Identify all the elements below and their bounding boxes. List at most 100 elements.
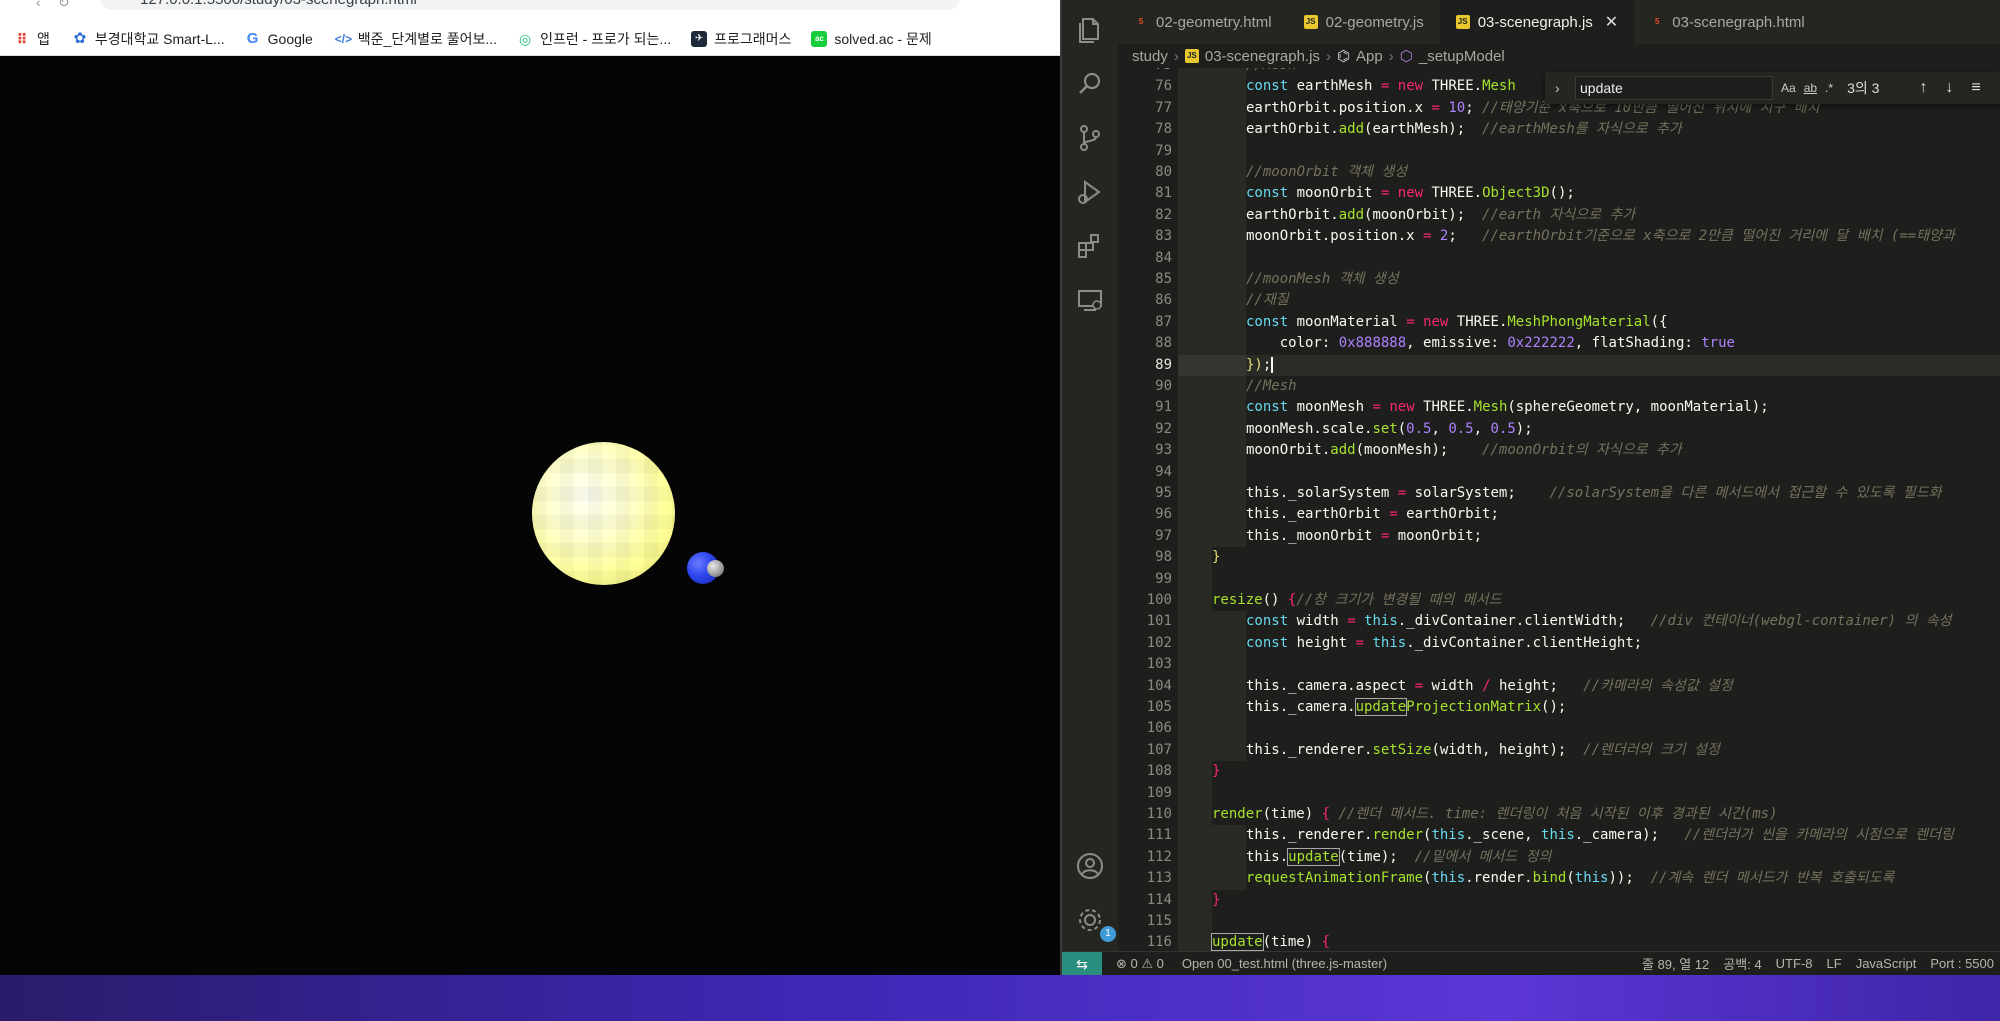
code-line[interactable]: 92 moonMesh.scale.set(0.5, 0.5, 0.5);: [1118, 419, 2000, 440]
code-line[interactable]: 78 earthOrbit.add(earthMesh); //earthMesh…: [1118, 119, 2000, 140]
code-text: this._moonOrbit = moonOrbit;: [1246, 527, 1483, 544]
encoding[interactable]: UTF-8: [1776, 956, 1813, 971]
code-line[interactable]: 82 earthOrbit.add(moonOrbit); //earth 자식으…: [1118, 205, 2000, 226]
code-line[interactable]: 108}: [1118, 761, 2000, 782]
javascript-icon: JS: [1303, 15, 1318, 29]
explorer-icon[interactable]: [1074, 14, 1106, 46]
code-line[interactable]: 93 moonOrbit.add(moonMesh); //moonOrbit의 …: [1118, 440, 2000, 461]
webgl-canvas[interactable]: [0, 56, 1060, 975]
browser-window: ‹ ↻ 127.0.0.1:5500/study/03-scenegraph.h…: [0, 0, 1060, 975]
bookmark-google[interactable]: G Google: [245, 30, 313, 47]
bookmark-inflearn[interactable]: ◎ 인프런 - 프로가 되는...: [517, 29, 671, 49]
bookmark-apps[interactable]: ⠿ 앱: [14, 29, 50, 49]
match-case-toggle[interactable]: Aa: [1781, 81, 1796, 95]
search-icon[interactable]: [1074, 68, 1106, 100]
code-line[interactable]: 99: [1118, 569, 2000, 590]
chevron-right-icon[interactable]: ›: [1555, 80, 1560, 96]
end-of-line[interactable]: LF: [1827, 956, 1842, 971]
tab-02-geometry-js[interactable]: JS 02-geometry.js: [1288, 0, 1440, 44]
status-bar: ⇆ ⊗ 0 ⚠ 0 Open 00_test.html (three.js-ma…: [1062, 951, 2000, 976]
code-line[interactable]: 103: [1118, 654, 2000, 675]
regex-toggle[interactable]: .*: [1825, 81, 1833, 95]
breadcrumb-item[interactable]: 03-scenegraph.js: [1205, 48, 1320, 65]
tab-03-scenegraph-html[interactable]: 5 03-scenegraph.html: [1634, 0, 1821, 44]
manage-gear-icon[interactable]: 1: [1074, 904, 1116, 942]
line-number: 76: [1155, 78, 1172, 95]
tab-02-geometry-html[interactable]: 5 02-geometry.html: [1118, 0, 1288, 44]
line-number: 96: [1155, 506, 1172, 523]
problems-indicator[interactable]: ⊗ 0 ⚠ 0: [1116, 956, 1164, 972]
code-line[interactable]: 115: [1118, 911, 2000, 932]
bookmark-pknu[interactable]: ✿ 부경대학교 Smart-L...: [72, 29, 225, 49]
source-control-icon[interactable]: [1074, 122, 1106, 154]
code-line[interactable]: 89});: [1118, 355, 2000, 376]
code-line[interactable]: 87 const moonMaterial = new THREE.MeshPho…: [1118, 312, 2000, 333]
code-line[interactable]: 86 //재질: [1118, 290, 2000, 311]
code-line[interactable]: 83 moonOrbit.position.x = 2; //earthOrbit…: [1118, 226, 2000, 247]
code-line[interactable]: 104 this._camera.aspect = width / height;…: [1118, 676, 2000, 697]
code-line[interactable]: 110 render(time) { //렌더 메서드. time: 렌더링이 처…: [1118, 804, 2000, 825]
chevron-right-icon: ›: [1325, 47, 1331, 65]
reload-icon[interactable]: ↻: [58, 0, 70, 11]
code-line[interactable]: 88 color: 0x888888, emissive: 0x222222, …: [1118, 333, 2000, 354]
line-number: 87: [1155, 313, 1172, 330]
code-line[interactable]: 79: [1118, 141, 2000, 162]
bookmark-label: solved.ac - 문제: [834, 30, 932, 47]
code-line[interactable]: 109: [1118, 783, 2000, 804]
language-mode[interactable]: JavaScript: [1856, 956, 1917, 971]
find-in-selection-icon[interactable]: ≡: [1971, 79, 1980, 97]
code-line[interactable]: 91 const moonMesh = new THREE.Mesh(sphere…: [1118, 397, 2000, 418]
code-text: const moonOrbit = new THREE.Object3D();: [1246, 185, 1575, 202]
whole-word-toggle[interactable]: ab: [1804, 81, 1817, 95]
code-line[interactable]: 94: [1118, 462, 2000, 483]
code-line[interactable]: 90 //Mesh: [1118, 376, 2000, 397]
code-text: });: [1246, 356, 1274, 373]
code-line[interactable]: 100 resize() {//창 크기가 변경될 때의 메서드: [1118, 590, 2000, 611]
code-line[interactable]: 105 this._camera.updateProjectionMatrix()…: [1118, 697, 2000, 718]
breadcrumb-item[interactable]: _setupModel: [1419, 48, 1505, 65]
code-line[interactable]: 85 //moonMesh 객체 생성: [1118, 269, 2000, 290]
extensions-icon[interactable]: [1074, 230, 1106, 262]
breadcrumb-item[interactable]: App: [1356, 48, 1383, 65]
run-debug-icon[interactable]: [1074, 176, 1106, 208]
accounts-icon[interactable]: [1074, 850, 1106, 882]
code-line[interactable]: 111 this._renderer.render(this._scene, th…: [1118, 825, 2000, 846]
live-server-port[interactable]: Port : 5500: [1930, 956, 1994, 971]
apps-grid-icon: ⠿: [16, 30, 28, 47]
code-line[interactable]: 96 this._earthOrbit = earthOrbit;: [1118, 504, 2000, 525]
url-text[interactable]: 127.0.0.1:5500/study/03-scenegraph.html: [140, 0, 417, 8]
line-number: 116: [1146, 934, 1172, 951]
code-line[interactable]: 107 this._renderer.setSize(width, height)…: [1118, 740, 2000, 761]
code-line[interactable]: 95 this._solarSystem = solarSystem; //sol…: [1118, 483, 2000, 504]
code-text: const earthMesh = new THREE.Mesh: [1246, 78, 1516, 95]
line-number: 89: [1155, 356, 1172, 373]
code-line[interactable]: 81 const moonOrbit = new THREE.Object3D()…: [1118, 183, 2000, 204]
code-line[interactable]: 101 const width = this._divContainer.clie…: [1118, 611, 2000, 632]
open-file-status[interactable]: Open 00_test.html (three.js-master): [1182, 956, 1387, 971]
indentation[interactable]: 공백: 4: [1723, 954, 1761, 973]
find-input[interactable]: [1575, 76, 1773, 100]
arrow-down-icon[interactable]: ↓: [1945, 79, 1953, 97]
code-line[interactable]: 106: [1118, 718, 2000, 739]
arrow-up-icon[interactable]: ↑: [1919, 79, 1927, 97]
code-line[interactable]: 97 this._moonOrbit = moonOrbit;: [1118, 526, 2000, 547]
bookmark-baekjoon[interactable]: </> 백준_단계별로 풀어보...: [335, 29, 497, 49]
code-line[interactable]: 98}: [1118, 547, 2000, 568]
code-line[interactable]: 113 requestAnimationFrame(this.render.bin…: [1118, 868, 2000, 889]
cursor-position[interactable]: 줄 89, 열 12: [1642, 954, 1709, 973]
back-icon[interactable]: ‹: [36, 0, 41, 10]
code-line[interactable]: 84: [1118, 248, 2000, 269]
code-editor[interactable]: 75 //Mesh 76 const earthMesh = new THREE.Me…: [1118, 68, 2000, 951]
close-icon[interactable]: ✕: [1605, 12, 1618, 32]
code-line[interactable]: 102 const height = this._divContainer.cli…: [1118, 633, 2000, 654]
bookmark-programmers[interactable]: ✈ 프로그래머스: [691, 29, 791, 49]
code-line[interactable]: 116 update(time) {: [1118, 932, 2000, 951]
tab-03-scenegraph-js[interactable]: JS 03-scenegraph.js ✕: [1439, 0, 1635, 44]
code-line[interactable]: 114}: [1118, 890, 2000, 911]
code-line[interactable]: 80 //moonOrbit 객체 생성: [1118, 162, 2000, 183]
remote-indicator-icon[interactable]: ⇆: [1062, 951, 1102, 976]
remote-explorer-icon[interactable]: [1074, 284, 1106, 316]
code-line[interactable]: 112 this.update(time); //밑에서 메서드 정의: [1118, 847, 2000, 868]
breadcrumb-item[interactable]: study: [1132, 48, 1168, 65]
bookmark-solved-ac[interactable]: ac solved.ac - 문제: [811, 29, 932, 49]
